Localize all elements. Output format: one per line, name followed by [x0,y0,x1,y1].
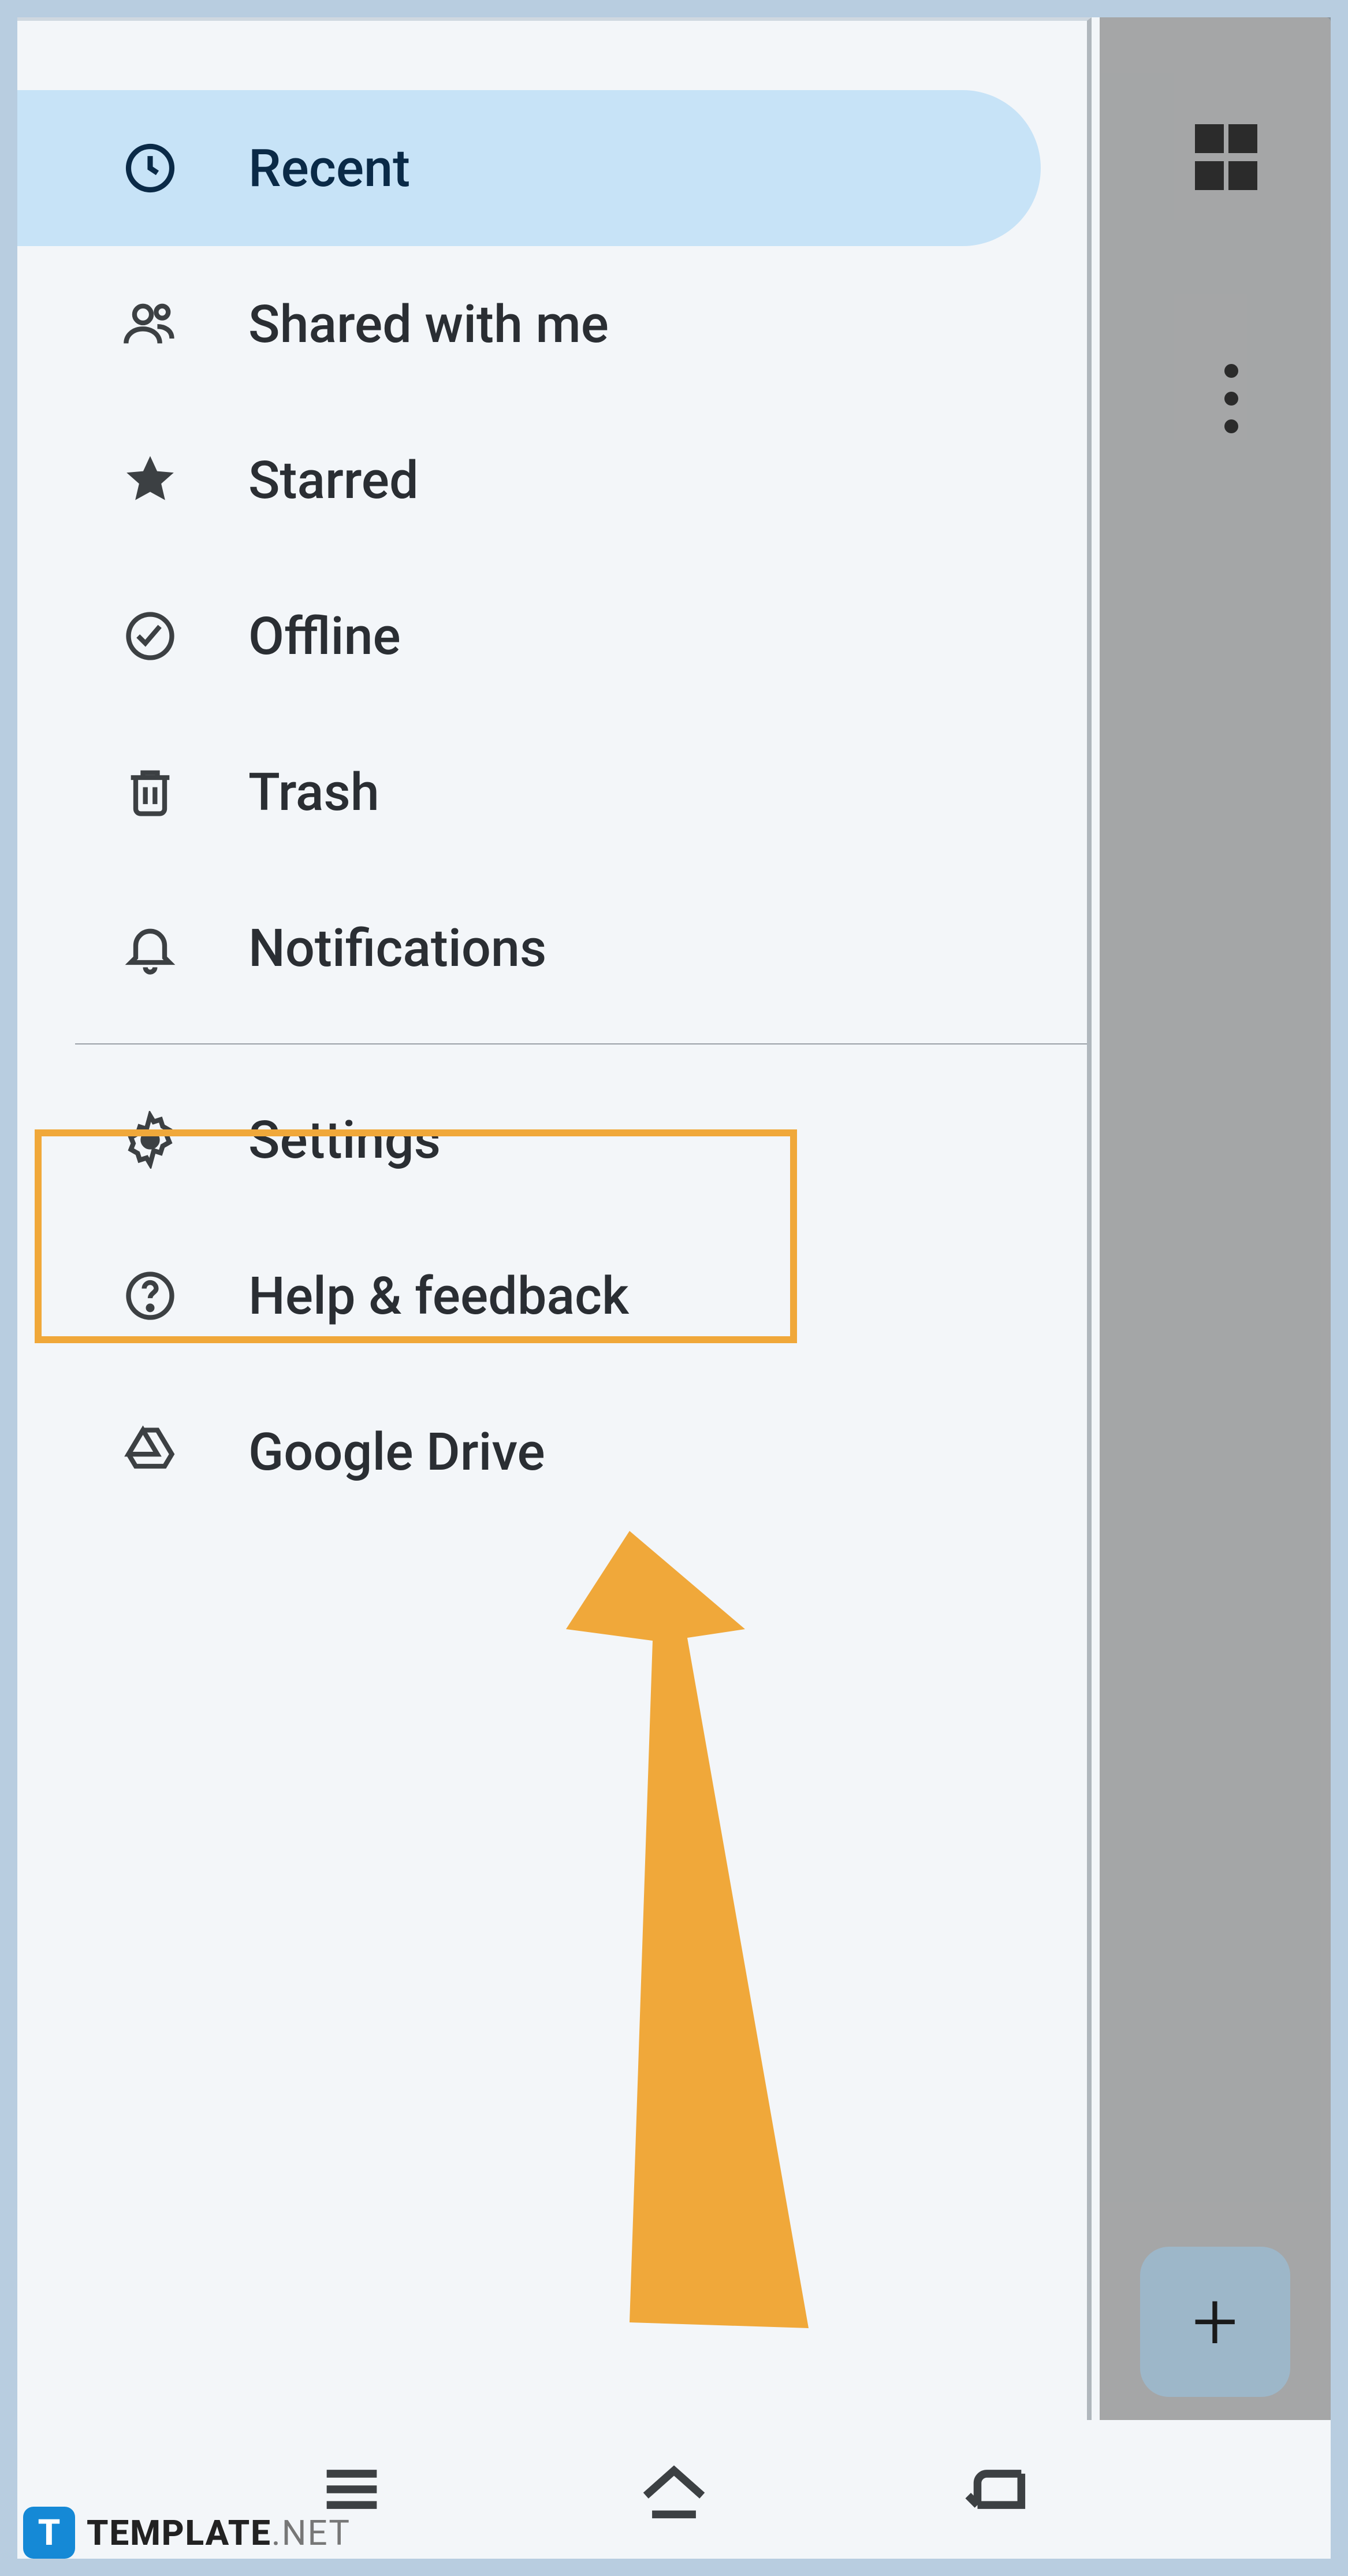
sidebar-item-label: Notifications [248,918,546,979]
sidebar-item-label: Offline [248,606,401,667]
watermark-text: TEMPLATE.NET [87,2512,351,2553]
nav-back-icon[interactable] [959,2452,1034,2527]
fab-new-button[interactable]: + [1140,2247,1290,2397]
help-icon [121,1267,179,1325]
sidebar-item-label: Starred [248,450,419,511]
clock-icon [121,139,179,197]
more-options-icon[interactable] [1224,364,1238,433]
sidebar-item-shared[interactable]: Shared with me [17,246,1087,402]
sidebar-item-settings[interactable]: Settings [17,1062,1087,1218]
sidebar-item-offline[interactable]: Offline [17,558,1087,714]
sidebar-item-trash[interactable]: Trash [17,714,1087,870]
watermark-badge: T [23,2507,75,2559]
sidebar-item-label: Shared with me [248,294,609,355]
watermark: T TEMPLATE.NET [23,2507,351,2559]
navigation-drawer: Recent Shared with me [17,17,1092,2421]
obscured-main-content [1100,17,1331,2421]
bell-icon [121,919,179,977]
sidebar-item-label: Help & feedback [248,1266,629,1326]
plus-icon: + [1192,2274,1238,2369]
sidebar-item-label: Recent [248,138,410,199]
sidebar-item-label: Settings [248,1110,441,1170]
sidebar-item-label: Trash [248,762,379,823]
sidebar-item-notifications[interactable]: Notifications [17,870,1087,1026]
app-frame: + Recent [17,17,1331,2559]
trash-icon [121,763,179,821]
nav-home-icon[interactable] [636,2452,712,2527]
drive-icon [121,1423,179,1481]
sidebar-item-starred[interactable]: Starred [17,402,1087,558]
offline-check-icon [121,607,179,665]
sidebar-item-help[interactable]: Help & feedback [17,1218,1087,1374]
divider [75,1043,1087,1044]
sidebar-item-recent[interactable]: Recent [17,90,1041,246]
people-icon [121,295,179,353]
gear-icon [121,1111,179,1169]
star-icon [121,451,179,509]
sidebar-item-drive[interactable]: Google Drive [17,1374,1087,1530]
grid-view-icon[interactable] [1195,124,1264,194]
sidebar-item-label: Google Drive [248,1422,545,1482]
